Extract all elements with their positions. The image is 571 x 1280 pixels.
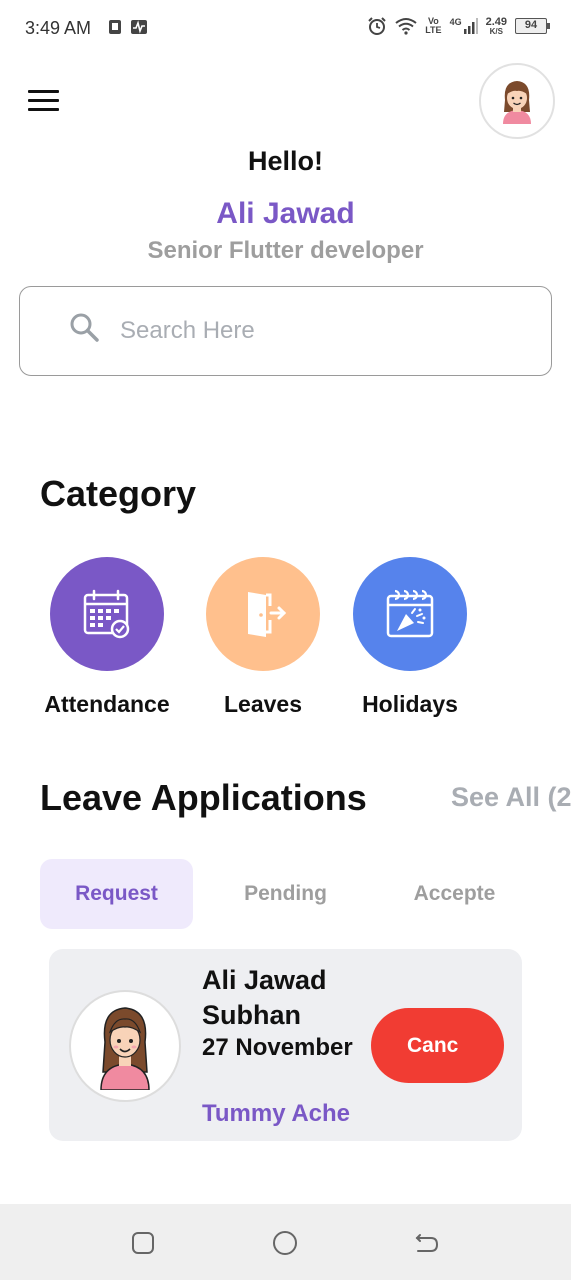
lte-label: LTE — [425, 25, 442, 35]
leave-date: 27 November — [202, 1034, 353, 1061]
category-holidays[interactable]: Holidays — [330, 557, 490, 718]
alarm-icon — [368, 17, 386, 35]
search-icon — [70, 313, 99, 342]
search-input[interactable] — [120, 317, 520, 345]
network-4g-label: 4G — [449, 17, 462, 27]
greeting-text: Hello! — [247, 146, 323, 176]
tab-accepted[interactable]: Accepte — [378, 859, 531, 929]
girl-avatar-icon — [503, 81, 531, 124]
leave-card[interactable]: Ali Jawad Subhan 27 November Tummy Ache … — [49, 949, 522, 1141]
status-bar: 3:49 AM Vo LTE 4G 2.49 K/S 94 — [0, 0, 571, 58]
menu-icon[interactable] — [28, 90, 62, 114]
applicant-name: Ali Jawad Subhan — [202, 965, 327, 1030]
battery-indicator: 94 — [515, 18, 550, 34]
recents-button[interactable] — [128, 1228, 158, 1258]
user-name: Ali Jawad — [216, 197, 355, 230]
see-all-link[interactable]: See All (2 — [451, 782, 571, 813]
status-system-icons: Vo LTE 4G 2.49 K/S 94 — [367, 15, 550, 36]
attendance-icon-circle — [50, 557, 164, 671]
signal-indicator: 4G — [450, 18, 478, 34]
party-popper-calendar-icon — [386, 589, 434, 638]
system-nav-bar — [0, 1204, 571, 1280]
back-icon — [415, 1234, 439, 1252]
avatar — [69, 990, 181, 1102]
volte-indicator: Vo LTE — [425, 17, 441, 35]
profile-avatar[interactable] — [479, 63, 555, 139]
holidays-icon-circle — [353, 557, 467, 671]
net-speed-unit: K/S — [489, 26, 503, 36]
door-exit-icon — [248, 592, 287, 637]
status-notification-icons — [108, 19, 148, 35]
category-label: Holidays — [362, 691, 458, 717]
status-time: 3:49 AM — [25, 18, 92, 38]
signal-bars-icon — [463, 18, 478, 34]
home-button[interactable] — [270, 1228, 300, 1258]
leave-applications-heading: Leave Applications — [40, 777, 367, 818]
tab-pending[interactable]: Pending — [209, 859, 362, 929]
calendar-check-icon — [83, 589, 130, 639]
net-speed-value: 2.49 — [485, 15, 507, 28]
back-button[interactable] — [412, 1228, 442, 1258]
app-notification-icon — [109, 20, 121, 34]
category-label: Attendance — [44, 691, 170, 717]
girl-avatar-icon — [100, 1007, 150, 1090]
activity-notification-icon — [131, 20, 147, 34]
leave-reason: Tummy Ache — [202, 1100, 351, 1127]
category-label: Leaves — [223, 691, 302, 717]
category-attendance[interactable]: Attendance — [27, 557, 187, 718]
tab-request[interactable]: Request — [40, 859, 193, 929]
user-role: Senior Flutter developer — [147, 237, 424, 264]
net-speed: 2.49 K/S — [485, 15, 507, 36]
category-heading: Category — [40, 473, 197, 514]
search-bar[interactable] — [19, 286, 552, 376]
home-icon — [273, 1231, 297, 1255]
wifi-icon — [395, 18, 417, 35]
recents-icon — [132, 1232, 154, 1254]
leaves-icon-circle — [206, 557, 320, 671]
category-leaves[interactable]: Leaves — [183, 557, 343, 718]
cancel-button[interactable]: Canc — [371, 1008, 504, 1083]
